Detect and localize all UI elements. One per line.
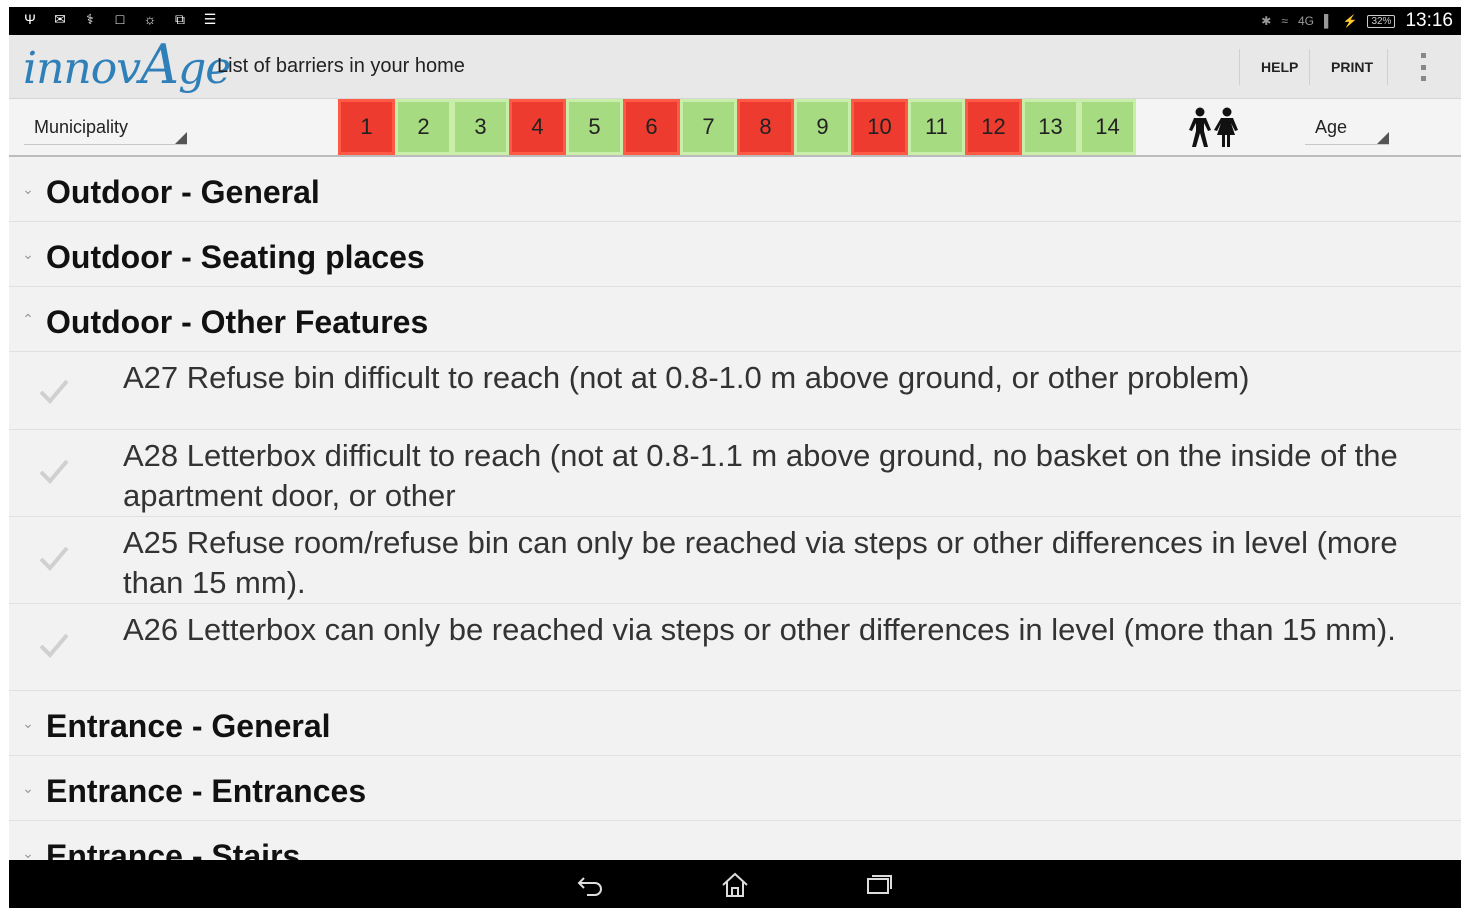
usb-debug-icon: ⚕ — [86, 11, 94, 27]
battery-level: 32% — [1367, 14, 1396, 28]
barrier-number-7[interactable]: 7 — [680, 99, 737, 155]
barrier-number-1[interactable]: 1 — [338, 99, 395, 155]
barrier-number-10[interactable]: 10 — [851, 99, 908, 155]
barrier-number-4[interactable]: 4 — [509, 99, 566, 155]
app-window: Ψ ✉ ⚕ □ ☼ ⧉ ☰ ✱ ≈ 4G ▌ ⚡ 32% 13:16 innov… — [9, 7, 1461, 908]
signal-icon: ▌ — [1323, 14, 1333, 28]
chevron-down-icon: ⌄ — [22, 181, 34, 197]
brightness-icon: ☼ — [143, 11, 157, 27]
chevron-down-icon: ⌄ — [22, 845, 34, 860]
network-type: 4G — [1297, 14, 1314, 28]
filter-bar: Municipality 1 2 3 4 5 6 7 8 9 10 11 12 13 14 Age — [9, 99, 1461, 157]
barrier-number-13[interactable]: 13 — [1022, 99, 1079, 155]
help-button[interactable]: HELP — [1261, 59, 1298, 75]
chevron-down-icon: ⌄ — [22, 246, 34, 262]
section-header[interactable]: ⌄ Outdoor - General — [9, 157, 1461, 222]
barrier-number-5[interactable]: 5 — [566, 99, 623, 155]
section-header[interactable]: ⌄ Entrance - Entrances — [9, 756, 1461, 821]
barrier-list: ⌄ Outdoor - General ⌄ Outdoor - Seating … — [9, 157, 1461, 860]
barrier-number-3[interactable]: 3 — [452, 99, 509, 155]
android-icon: ☰ — [203, 11, 217, 27]
section-header[interactable]: ⌄ Entrance - Stairs — [9, 821, 1461, 860]
barrier-number-14[interactable]: 14 — [1079, 99, 1136, 155]
section-header[interactable]: ⌄ Outdoor - Seating places — [9, 222, 1461, 287]
innovage-logo: innovAge — [23, 33, 231, 96]
list-item[interactable]: A25 Refuse room/refuse bin can only be r… — [9, 517, 1461, 604]
back-icon[interactable] — [575, 870, 605, 900]
man-woman-icon[interactable] — [1185, 107, 1245, 149]
clock: 13:16 — [1405, 10, 1453, 31]
chevron-up-icon: ⌃ — [22, 311, 34, 327]
list-item[interactable]: A28 Letterbox difficult to reach (not at… — [9, 430, 1461, 517]
usb-icon: Ψ — [24, 11, 36, 27]
divider — [1387, 49, 1388, 85]
status-bar: Ψ ✉ ⚕ □ ☼ ⧉ ☰ ✱ ≈ 4G ▌ ⚡ 32% 13:16 — [9, 7, 1461, 35]
gmail-icon: ✉ — [54, 11, 66, 27]
barrier-number-2[interactable]: 2 — [395, 99, 452, 155]
bluetooth-icon: ✱ — [1261, 14, 1272, 28]
divider — [1309, 49, 1310, 85]
municipality-label: Municipality — [34, 117, 129, 137]
barrier-number-12[interactable]: 12 — [965, 99, 1022, 155]
barrier-number-8[interactable]: 8 — [737, 99, 794, 155]
overflow-menu-icon[interactable] — [1417, 53, 1429, 81]
action-bar: innovAge List of barriers in your home H… — [9, 35, 1461, 99]
list-item[interactable]: A26 Letterbox can only be reached via st… — [9, 604, 1461, 691]
barrier-number-9[interactable]: 9 — [794, 99, 851, 155]
divider — [1239, 49, 1240, 85]
dropdown-triangle-icon — [1377, 132, 1389, 144]
check-icon[interactable] — [37, 454, 71, 488]
recent-apps-icon[interactable] — [864, 870, 894, 900]
barrier-number-11[interactable]: 11 — [908, 99, 965, 155]
age-label: Age — [1315, 117, 1348, 137]
chevron-down-icon: ⌄ — [22, 780, 34, 796]
check-icon[interactable] — [37, 374, 71, 408]
section-header-expanded[interactable]: ⌃ Outdoor - Other Features — [9, 287, 1461, 352]
barrier-number-6[interactable]: 6 — [623, 99, 680, 155]
home-icon[interactable] — [720, 870, 750, 900]
list-item[interactable]: A27 Refuse bin difficult to reach (not a… — [9, 352, 1461, 430]
age-spinner[interactable]: Age — [1305, 109, 1389, 145]
check-icon[interactable] — [37, 628, 71, 662]
check-icon[interactable] — [37, 541, 71, 575]
dropdown-triangle-icon — [175, 132, 187, 144]
screen-mirror-icon: ⧉ — [175, 11, 185, 27]
print-button[interactable]: PRINT — [1331, 59, 1373, 75]
barrier-number-selector: 1 2 3 4 5 6 7 8 9 10 11 12 13 14 — [338, 99, 1136, 155]
vibrate-icon: ≈ — [1281, 14, 1288, 28]
navigation-bar — [9, 860, 1461, 908]
screenshot-icon: □ — [115, 11, 125, 27]
page-title: List of barriers in your home — [217, 55, 465, 77]
section-header[interactable]: ⌄ Entrance - General — [9, 691, 1461, 756]
charging-icon: ⚡ — [1342, 14, 1358, 28]
chevron-down-icon: ⌄ — [22, 715, 34, 731]
municipality-spinner[interactable]: Municipality — [24, 109, 187, 145]
